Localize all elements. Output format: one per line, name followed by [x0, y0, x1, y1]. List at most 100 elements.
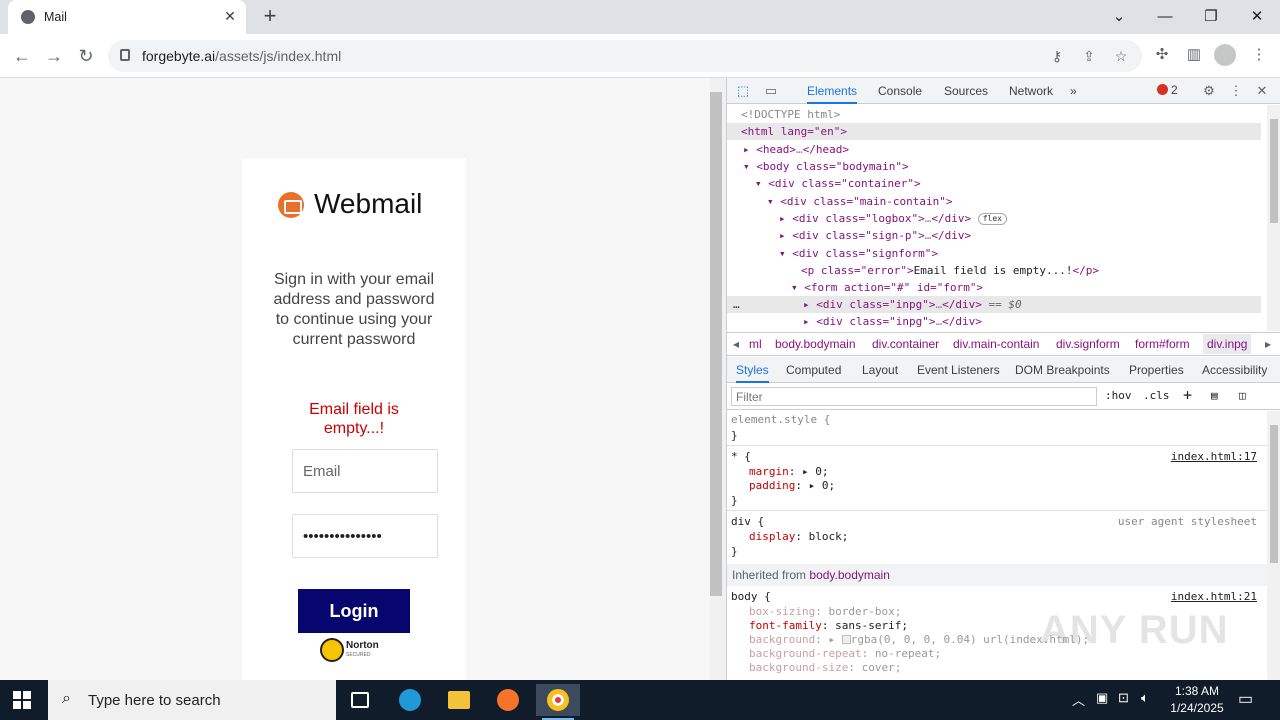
- device-toolbar-icon[interactable]: ▭: [761, 81, 781, 101]
- tab-styles[interactable]: Styles: [736, 357, 769, 383]
- close-devtools-icon[interactable]: ✕: [1252, 81, 1272, 101]
- tab-console[interactable]: Console: [878, 78, 922, 104]
- color-swatch[interactable]: [841, 635, 851, 644]
- breadcrumb-item[interactable]: ml: [749, 337, 762, 351]
- dom-line[interactable]: ▾ <form action="#" id="form">: [791, 279, 983, 296]
- div-rule-selector[interactable]: div {: [731, 514, 764, 529]
- styles-scrollbar[interactable]: [1267, 411, 1280, 680]
- body-rule-selector[interactable]: body {: [731, 589, 771, 604]
- sidebar-toggle-icon[interactable]: ◫: [1239, 389, 1246, 402]
- breadcrumb-item[interactable]: form#form: [1135, 337, 1190, 351]
- dom-line[interactable]: ▾ <div class="container">: [755, 175, 921, 192]
- share-icon[interactable]: ⇪: [1080, 47, 1098, 65]
- extensions-icon[interactable]: ✣: [1151, 44, 1173, 66]
- star-rule-selector[interactable]: * {: [731, 449, 751, 464]
- taskbar-clock[interactable]: 1:38 AM 1/24/2025: [1160, 683, 1234, 717]
- style-declaration[interactable]: background: ▸ rgba(0, 0, 0, 0.04) url(in…: [749, 632, 1089, 647]
- side-panel-icon[interactable]: ▥: [1183, 44, 1205, 66]
- tab-properties[interactable]: Properties: [1129, 357, 1184, 383]
- page-scrollbar[interactable]: [710, 78, 726, 680]
- reload-icon[interactable]: ↻: [74, 44, 98, 68]
- breadcrumb-item-selected[interactable]: div.inpg: [1203, 334, 1252, 354]
- dom-line[interactable]: <p class="error">Email field is empty...…: [801, 262, 1099, 279]
- windows-start-icon[interactable]: [13, 691, 31, 709]
- settings-gear-icon[interactable]: ⚙: [1199, 81, 1219, 101]
- url-text[interactable]: forgebyte.ai/assets/js/index.html: [142, 48, 341, 64]
- dom-line[interactable]: ▾ <div class="main-contain">: [767, 193, 952, 210]
- tab-close-icon[interactable]: ✕: [222, 8, 238, 24]
- styles-filter-input[interactable]: [731, 387, 1097, 406]
- style-declaration[interactable]: padding: ▸ 0;: [749, 478, 835, 493]
- breadcrumb-right-icon[interactable]: ▸: [1265, 337, 1271, 351]
- dom-scrollbar[interactable]: [1267, 105, 1280, 331]
- breadcrumb-item[interactable]: div.container: [872, 337, 939, 351]
- style-declaration[interactable]: background-repeat: no-repeat;: [749, 646, 941, 661]
- breadcrumb-item[interactable]: body.bodymain: [775, 337, 856, 351]
- error-count-badge[interactable]: 2: [1157, 83, 1178, 97]
- dom-line[interactable]: <html lang="en">: [727, 123, 1261, 140]
- close-window-button[interactable]: ✕: [1234, 4, 1280, 30]
- star-rule-source[interactable]: index.html:17: [1171, 449, 1257, 464]
- dom-line[interactable]: ▸ <div class="logbox">…</div> flex: [779, 210, 1007, 227]
- address-bar[interactable]: forgebyte.ai/assets/js/index.html ⚷ ⇪ ☆: [108, 40, 1142, 72]
- star-rule-source-link[interactable]: index.html:17: [1171, 450, 1257, 463]
- new-rule-icon[interactable]: +: [1183, 386, 1192, 404]
- breadcrumb-item[interactable]: div.signform: [1056, 337, 1120, 351]
- more-menu-icon[interactable]: ⋮: [1248, 44, 1270, 66]
- dom-line[interactable]: ▸ <div class="inpg">…</div>: [803, 313, 982, 330]
- tab-accessibility[interactable]: Accessibility: [1202, 357, 1267, 383]
- page-scroll-thumb[interactable]: [710, 92, 722, 596]
- cls-toggle[interactable]: .cls: [1143, 389, 1170, 402]
- lock-icon[interactable]: [120, 49, 130, 61]
- profile-avatar[interactable]: [1214, 44, 1236, 66]
- tab-computed[interactable]: Computed: [786, 357, 841, 383]
- tab-elements[interactable]: Elements: [807, 78, 858, 104]
- tab-sources[interactable]: Sources: [944, 78, 988, 104]
- minimize-button[interactable]: —: [1142, 4, 1188, 30]
- breadcrumb-left-icon[interactable]: ◂: [733, 337, 739, 351]
- devtools-menu-icon[interactable]: ⋮: [1226, 81, 1246, 101]
- email-input[interactable]: [293, 450, 437, 492]
- back-icon[interactable]: ←: [10, 44, 34, 68]
- tab-layout[interactable]: Layout: [862, 357, 898, 383]
- network-icon[interactable]: ⊡: [1118, 690, 1129, 706]
- dom-scroll-thumb[interactable]: [1270, 119, 1278, 223]
- hov-toggle[interactable]: :hov: [1105, 389, 1132, 402]
- element-style-rule[interactable]: element.style {: [731, 412, 830, 427]
- dom-line[interactable]: ▾ <body class="bodymain">: [743, 158, 909, 175]
- new-tab-button[interactable]: +: [258, 5, 282, 28]
- style-declaration[interactable]: margin: ▸ 0;: [749, 464, 829, 479]
- tab-network[interactable]: Network: [1009, 78, 1053, 104]
- dom-line-selected[interactable]: ▸ <div class="inpg">…</div> == $0: [727, 296, 1261, 313]
- task-view-icon[interactable]: [338, 684, 382, 716]
- inherited-selector[interactable]: body.bodymain: [809, 568, 890, 582]
- dom-line[interactable]: <!DOCTYPE html>: [741, 106, 840, 123]
- chrome-icon[interactable]: [536, 684, 580, 720]
- dom-ellipsis-icon[interactable]: …: [733, 296, 740, 313]
- tab-dom-breakpoints[interactable]: DOM Breakpoints: [1015, 357, 1110, 383]
- tab-mail[interactable]: Mail ✕: [8, 0, 246, 34]
- body-rule-source[interactable]: index.html:21: [1171, 589, 1257, 604]
- dom-line[interactable]: ▸ <head>…</head>: [743, 141, 849, 158]
- taskbar-search[interactable]: ⌕ Type here to search: [48, 680, 336, 720]
- tab-event-listeners[interactable]: Event Listeners: [917, 357, 1000, 383]
- bookmark-star-icon[interactable]: ☆: [1112, 47, 1130, 65]
- edge-icon[interactable]: [388, 684, 432, 716]
- tray-device-icon[interactable]: ▣: [1096, 690, 1108, 706]
- styles-scroll-thumb[interactable]: [1270, 425, 1278, 563]
- body-rule-source-link[interactable]: index.html:21: [1171, 590, 1257, 603]
- inspect-element-icon[interactable]: ⬚: [733, 81, 753, 101]
- breadcrumb-item[interactable]: div.main-contain: [953, 337, 1039, 351]
- file-explorer-icon[interactable]: [437, 684, 481, 716]
- paint-icon[interactable]: ▤: [1211, 389, 1218, 402]
- tray-chevron-icon[interactable]: ︿: [1072, 690, 1085, 709]
- login-button[interactable]: Login: [298, 589, 410, 633]
- style-declaration[interactable]: box-sizing: border-box;: [749, 604, 901, 619]
- key-icon[interactable]: ⚷: [1048, 47, 1066, 65]
- style-declaration[interactable]: background-size: cover;: [749, 660, 901, 675]
- password-input[interactable]: [293, 515, 437, 557]
- restore-button[interactable]: ❐: [1188, 4, 1234, 30]
- flex-badge[interactable]: flex: [977, 213, 1007, 225]
- more-tabs-button[interactable]: »: [1070, 78, 1077, 104]
- tab-search-icon[interactable]: ⌄: [1096, 4, 1142, 30]
